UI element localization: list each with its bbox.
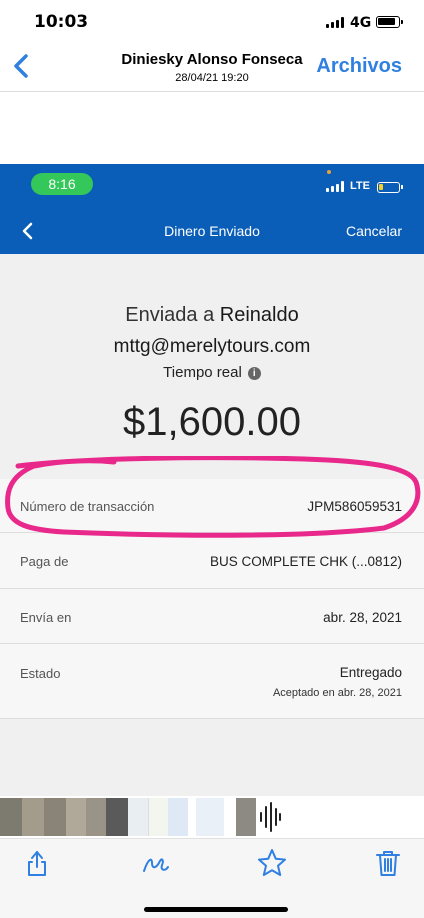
transfer-speed: Tiempo real i — [0, 364, 424, 381]
status-value: Entregado — [339, 665, 402, 680]
transaction-number-row: Número de transacción JPM586059531 — [0, 479, 424, 533]
thumbnail[interactable] — [196, 798, 224, 836]
home-indicator — [144, 907, 288, 912]
status-row: Estado Entregado Aceptado en abr. 28, 20… — [0, 644, 424, 719]
privacy-dot-icon — [327, 170, 331, 174]
thumbnail[interactable] — [168, 798, 188, 836]
recipient-email: mttg@merelytours.com — [113, 336, 311, 357]
thumbnail[interactable] — [148, 798, 168, 836]
pay-from-row: Paga de BUS COMPLETE CHK (...0812) — [0, 533, 424, 589]
inner-signal-icon — [326, 181, 346, 192]
inner-cancel-label: Cancelar — [345, 223, 402, 239]
status-time: 10:03 — [34, 12, 89, 32]
bottom-toolbar — [0, 838, 424, 918]
embedded-screenshot[interactable]: 8:16 LTE Dinero Enviado Cancelar Enviada… — [0, 164, 424, 796]
pay-from-value: BUS COMPLETE CHK (...0812) — [209, 554, 402, 569]
thumbnail[interactable] — [66, 798, 86, 836]
sent-to-line: Enviada a Reinaldo — [0, 304, 424, 327]
status-label: Estado — [20, 666, 61, 681]
payment-summary: Enviada a Reinaldo mttg@merelytours.com … — [0, 254, 424, 479]
inner-time-pill: 8:16 — [31, 173, 93, 195]
files-button[interactable]: Archivos — [316, 55, 402, 78]
send-on-label: Envía en — [20, 610, 72, 625]
status-sub: Aceptado en abr. 28, 2021 — [272, 687, 402, 699]
sent-prefix: Enviada a — [125, 304, 215, 326]
star-icon[interactable] — [256, 847, 288, 879]
thumbnail[interactable] — [86, 798, 106, 836]
transaction-number-label: Número de transacción — [20, 499, 155, 514]
recipient-name: Reinaldo — [219, 304, 299, 326]
thumbnail-strip[interactable] — [0, 797, 424, 837]
transaction-number-value: JPM586059531 — [307, 499, 402, 514]
send-on-value: abr. 28, 2021 — [323, 610, 402, 625]
send-on-row: Envía en abr. 28, 2021 — [0, 589, 424, 644]
network-label: 4G — [350, 15, 372, 31]
inner-status-bar: 8:16 LTE — [0, 164, 424, 208]
thumbnail[interactable] — [22, 798, 44, 836]
inner-network-label: LTE — [350, 180, 370, 192]
signal-icon — [326, 17, 346, 28]
thumbnail[interactable] — [106, 798, 128, 836]
amount: $1,600.00 — [123, 400, 301, 444]
share-icon[interactable] — [21, 847, 53, 879]
inner-battery-icon — [377, 182, 403, 193]
transaction-details: Número de transacción JPM586059531 Paga … — [0, 479, 424, 719]
thumbnail[interactable] — [44, 798, 66, 836]
info-icon: i — [247, 367, 261, 380]
battery-icon — [376, 16, 403, 28]
conversation-header: Diniesky Alonso Fonseca 28/04/21 19:20 A… — [0, 44, 424, 92]
thumbnail[interactable] — [128, 798, 148, 836]
pay-from-label: Paga de — [20, 554, 69, 569]
markup-icon[interactable] — [140, 847, 172, 879]
thumbnail[interactable] — [0, 798, 22, 836]
trash-icon[interactable] — [372, 847, 404, 879]
thumbnail[interactable] — [236, 798, 256, 836]
audio-waveform-icon[interactable] — [258, 801, 282, 833]
speed-label: Tiempo real — [163, 364, 242, 381]
status-bar: 10:03 4G — [0, 0, 424, 44]
inner-nav-bar: Dinero Enviado Cancelar — [0, 208, 424, 254]
